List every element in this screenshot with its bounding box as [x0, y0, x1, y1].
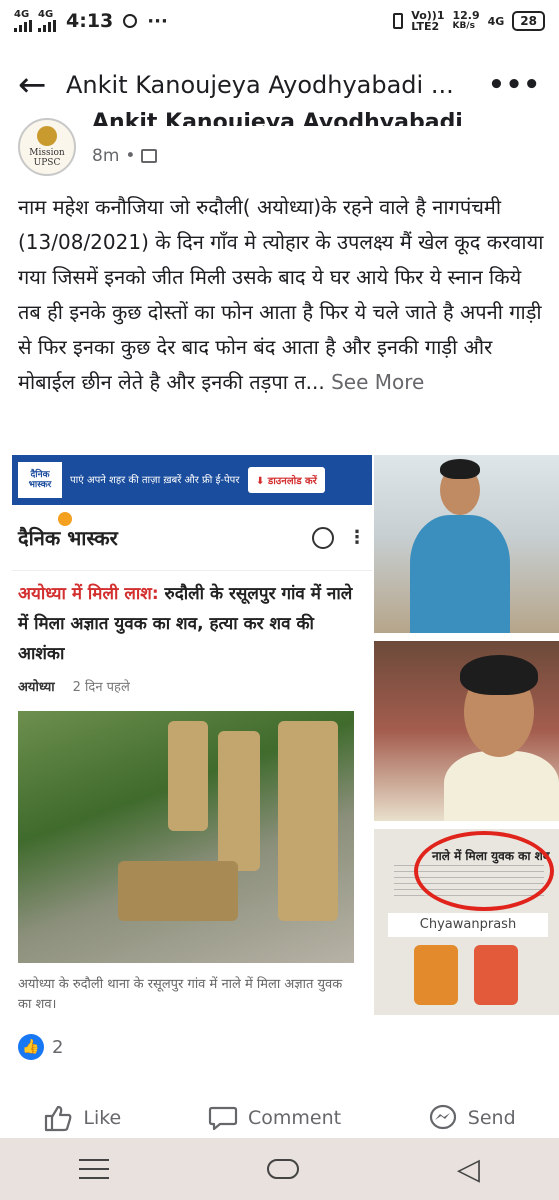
- thumbs-up-icon: [45, 1105, 72, 1132]
- signal-bars-icon: [14, 20, 32, 32]
- signal-bars-icon: [38, 20, 56, 32]
- product-jar: [414, 945, 458, 1005]
- clock: 4:13: [66, 10, 114, 32]
- comment-button[interactable]: Comment: [208, 1104, 341, 1132]
- send-label: Send: [467, 1107, 516, 1129]
- messenger-icon: [429, 1104, 456, 1130]
- network-speed: 12.9 KB/s: [452, 9, 480, 31]
- news-banner: दैनिक भास्कर पाएं अपने शहर की ताज़ा ख़बर…: [12, 455, 372, 505]
- volte-indicator: Vo))1 LTE2: [411, 9, 445, 33]
- send-button[interactable]: Send: [428, 1104, 516, 1132]
- whatsapp-icon: [123, 14, 138, 28]
- network-type: 4G: [487, 14, 505, 28]
- like-reaction-icon: 👍: [18, 1034, 44, 1060]
- system-back-button[interactable]: ◁: [457, 1152, 480, 1187]
- news-brand-box: दैनिक भास्कर: [18, 462, 62, 498]
- beach-photo[interactable]: [374, 455, 559, 633]
- signal-1: 4G: [14, 10, 32, 32]
- officer-figure: [278, 721, 338, 921]
- download-button: ⬇ डाउनलोड करें: [248, 467, 325, 493]
- news-age: 2 दिन पहले: [72, 680, 130, 695]
- page-title: Ankit Kanoujeya Ayodhyabadi ...: [66, 71, 454, 99]
- newspaper-clip-photo[interactable]: नाले में मिला युवक का शव Chyawanprash: [374, 829, 559, 1015]
- author-name[interactable]: Ankit Kanoujeya Ayodhyabadi: [92, 110, 463, 126]
- recent-apps-button[interactable]: [78, 1159, 109, 1179]
- news-logo: दैनिक भास्कर: [18, 512, 118, 551]
- post-time: 8m: [92, 146, 120, 166]
- like-button[interactable]: Like: [43, 1104, 121, 1132]
- photo-grid: दैनिक भास्कर पाएं अपने शहर की ताज़ा ख़बर…: [12, 455, 559, 1015]
- sun-icon: [58, 512, 72, 526]
- more-notifications-icon: ···: [147, 10, 168, 32]
- avatar[interactable]: Mission UPSC: [18, 118, 76, 176]
- news-banner-text: पाएं अपने शहर की ताज़ा ख़बरें और फ्री ई-…: [70, 474, 240, 486]
- news-location: अयोध्या: [18, 680, 55, 695]
- reaction-count: 2: [52, 1036, 64, 1058]
- product-jar: [474, 945, 518, 1005]
- back-arrow-icon[interactable]: ←: [18, 65, 66, 105]
- news-screenshot-image[interactable]: दैनिक भास्कर पाएं अपने शहर की ताज़ा ख़बर…: [12, 455, 372, 1015]
- news-photo: [18, 711, 354, 963]
- photo-caption: अयोध्या के रुदौली थाना के रसूलपुर गांव म…: [18, 977, 343, 1012]
- news-dateline: अयोध्या 2 दिन पहले: [12, 669, 372, 695]
- signal-2: 4G: [38, 10, 56, 32]
- more-vertical-icon: ⋮: [348, 527, 366, 548]
- home-button[interactable]: [266, 1159, 299, 1179]
- meta-separator: •: [125, 146, 136, 166]
- officer-figure: [218, 731, 260, 871]
- whatsapp-share-icon: [312, 526, 334, 549]
- system-nav-bar: ◁: [0, 1138, 559, 1200]
- post-body: नाम महेश कनौजिया जो रुदौली( अयोध्या)के र…: [18, 190, 544, 400]
- like-label: Like: [83, 1107, 122, 1129]
- red-circle-mark: [414, 831, 554, 911]
- comment-bubble-icon: [208, 1106, 238, 1131]
- reaction-summary[interactable]: 👍 2: [18, 1034, 63, 1060]
- news-headline: अयोध्या में मिली लाश: रुदौली के रसूलपुर …: [12, 571, 372, 669]
- vibrate-icon: [393, 13, 404, 29]
- headline-highlight: अयोध्या में मिली लाश:: [18, 584, 159, 604]
- see-more-link[interactable]: See More: [331, 370, 424, 394]
- product-brand: Chyawanprash: [388, 913, 548, 937]
- officer-figure: [168, 721, 208, 831]
- status-bar: 4G 4G 4:13 ··· Vo))1 LTE2 12.9 KB/s 4G 2…: [0, 0, 559, 42]
- hair-shape: [440, 459, 480, 479]
- selfie-photo[interactable]: [374, 641, 559, 821]
- body-figure: [118, 861, 238, 921]
- privacy-icon: [141, 149, 158, 163]
- shirt-shape: [444, 751, 559, 821]
- shirt-shape: [410, 515, 510, 633]
- news-logo-row: दैनिक भास्कर ⋮: [12, 505, 372, 571]
- post-meta: 8m •: [92, 146, 158, 166]
- emblem-icon: [37, 126, 57, 146]
- hair-shape: [460, 655, 538, 695]
- post-text: नाम महेश कनौजिया जो रुदौली( अयोध्या)के र…: [18, 195, 544, 394]
- battery-icon: 28: [512, 11, 545, 31]
- post-header: Mission UPSC Ankit Kanoujeya Ayodhyabadi…: [18, 110, 538, 176]
- more-options-button[interactable]: •••: [488, 70, 541, 100]
- comment-label: Comment: [247, 1107, 342, 1129]
